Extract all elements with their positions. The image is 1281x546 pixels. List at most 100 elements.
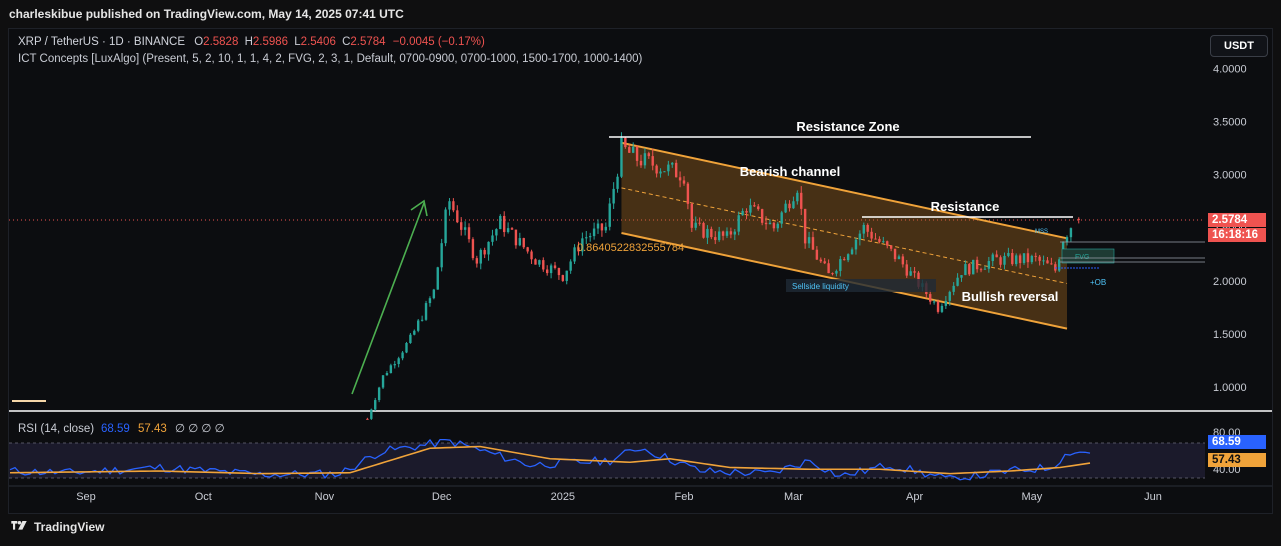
candle-body bbox=[538, 260, 541, 265]
candle-body bbox=[1054, 264, 1057, 271]
candle-body bbox=[682, 180, 686, 184]
candle-body bbox=[413, 330, 416, 335]
rsi-ma-tag: 57.43 bbox=[1208, 453, 1266, 467]
candle-body bbox=[956, 277, 959, 286]
candle-body bbox=[1050, 263, 1053, 265]
candle-body bbox=[612, 188, 615, 204]
time-axis[interactable]: Sep Oct Nov Dec 2025 Feb Mar Apr May Jun bbox=[76, 491, 1162, 503]
candle-body bbox=[409, 334, 412, 343]
candle-body bbox=[729, 231, 733, 235]
candle-body bbox=[1026, 253, 1030, 263]
candle-body bbox=[1030, 255, 1034, 263]
bullish-reversal-label: Bullish reversal bbox=[962, 289, 1059, 304]
candle-body bbox=[667, 164, 670, 172]
price-tick: 1.0000 bbox=[1213, 382, 1247, 394]
candle-body bbox=[440, 243, 443, 268]
price-tick: 1.5000 bbox=[1213, 329, 1247, 341]
candle-body bbox=[780, 212, 783, 224]
bearish-channel-label: Bearish channel bbox=[740, 164, 840, 179]
candle-body bbox=[565, 270, 568, 281]
candle-body bbox=[549, 265, 553, 274]
candle-body bbox=[1077, 218, 1080, 220]
candle-body bbox=[491, 235, 494, 242]
candle-body bbox=[784, 203, 787, 213]
candle-body bbox=[393, 364, 396, 366]
candle-body bbox=[385, 373, 389, 376]
time-tick: 2025 bbox=[551, 491, 575, 503]
candle-body bbox=[893, 248, 897, 260]
candle-body bbox=[882, 241, 885, 243]
candle-body bbox=[874, 238, 877, 240]
candle-body bbox=[557, 268, 561, 276]
candle-body bbox=[381, 375, 385, 388]
candle-body bbox=[929, 294, 932, 302]
candle-body bbox=[702, 223, 705, 238]
candle-body bbox=[655, 165, 658, 174]
rsi-value-tag: 68.59 bbox=[1208, 435, 1266, 449]
brand-name: TradingView bbox=[34, 520, 105, 534]
rsi-extra-legend: ∅ ∅ ∅ ∅ bbox=[175, 423, 225, 435]
candle-body bbox=[526, 247, 529, 252]
candle-body bbox=[757, 206, 760, 210]
candle-body bbox=[460, 222, 463, 230]
candle-body bbox=[948, 291, 951, 301]
candle-body bbox=[616, 176, 619, 189]
footer-brand[interactable]: TradingView bbox=[10, 520, 104, 534]
chart-svg[interactable]: Resistance Zone Resistance Bearish chann… bbox=[0, 0, 1281, 546]
candle-body bbox=[886, 241, 889, 246]
candle-body bbox=[600, 223, 604, 231]
candle-body bbox=[647, 153, 651, 157]
candle-body bbox=[389, 365, 393, 374]
candle-body bbox=[1034, 255, 1037, 257]
candle-body bbox=[897, 256, 901, 260]
candle-body bbox=[823, 261, 826, 264]
candle-body bbox=[846, 254, 850, 261]
candle-body bbox=[467, 227, 471, 240]
candle-body bbox=[889, 245, 893, 249]
candle-body bbox=[749, 205, 752, 213]
time-tick: Oct bbox=[195, 491, 212, 503]
candle-body bbox=[690, 203, 694, 228]
candle-body bbox=[811, 237, 815, 250]
candle-body bbox=[710, 228, 713, 238]
candle-body bbox=[1022, 253, 1026, 264]
candle-body bbox=[905, 264, 908, 276]
candle-body bbox=[999, 257, 1002, 265]
candle-body bbox=[972, 259, 975, 275]
resistance-zone-label: Resistance Zone bbox=[796, 119, 899, 134]
price-tick: 3.5000 bbox=[1213, 117, 1247, 129]
time-tick: Apr bbox=[906, 491, 923, 503]
candle-body bbox=[866, 224, 869, 232]
candle-body bbox=[721, 231, 725, 236]
candle-body bbox=[631, 146, 635, 153]
candle-body bbox=[936, 301, 940, 312]
candle-body bbox=[659, 171, 662, 174]
candle-body bbox=[858, 233, 862, 240]
candle-body bbox=[503, 215, 506, 233]
candle-body bbox=[1015, 255, 1018, 265]
candle-body bbox=[401, 352, 404, 359]
candle-body bbox=[803, 208, 807, 244]
price-tick: 2.0000 bbox=[1213, 276, 1247, 288]
candle-body bbox=[979, 269, 983, 271]
impulse-arrow bbox=[351, 202, 425, 395]
candle-body bbox=[760, 209, 764, 223]
resistance-label: Resistance bbox=[931, 199, 1000, 214]
time-tick: Nov bbox=[315, 491, 335, 503]
candle-body bbox=[479, 249, 482, 264]
candle-body bbox=[671, 162, 674, 165]
candle-body bbox=[420, 319, 424, 321]
candle-body bbox=[1003, 255, 1006, 265]
candle-body bbox=[592, 228, 596, 237]
candle-body bbox=[624, 137, 627, 148]
time-tick: Jun bbox=[1144, 491, 1162, 503]
candle-body bbox=[1042, 260, 1045, 262]
candle-body bbox=[968, 264, 971, 275]
mss-label: MSS bbox=[1035, 229, 1048, 235]
candle-body bbox=[870, 231, 873, 239]
rsi-value-legend: 68.59 bbox=[101, 423, 130, 435]
impulse-arrow-head bbox=[410, 199, 428, 217]
candle-body bbox=[741, 210, 744, 216]
candle-body bbox=[694, 222, 697, 228]
candle-body bbox=[753, 205, 756, 207]
